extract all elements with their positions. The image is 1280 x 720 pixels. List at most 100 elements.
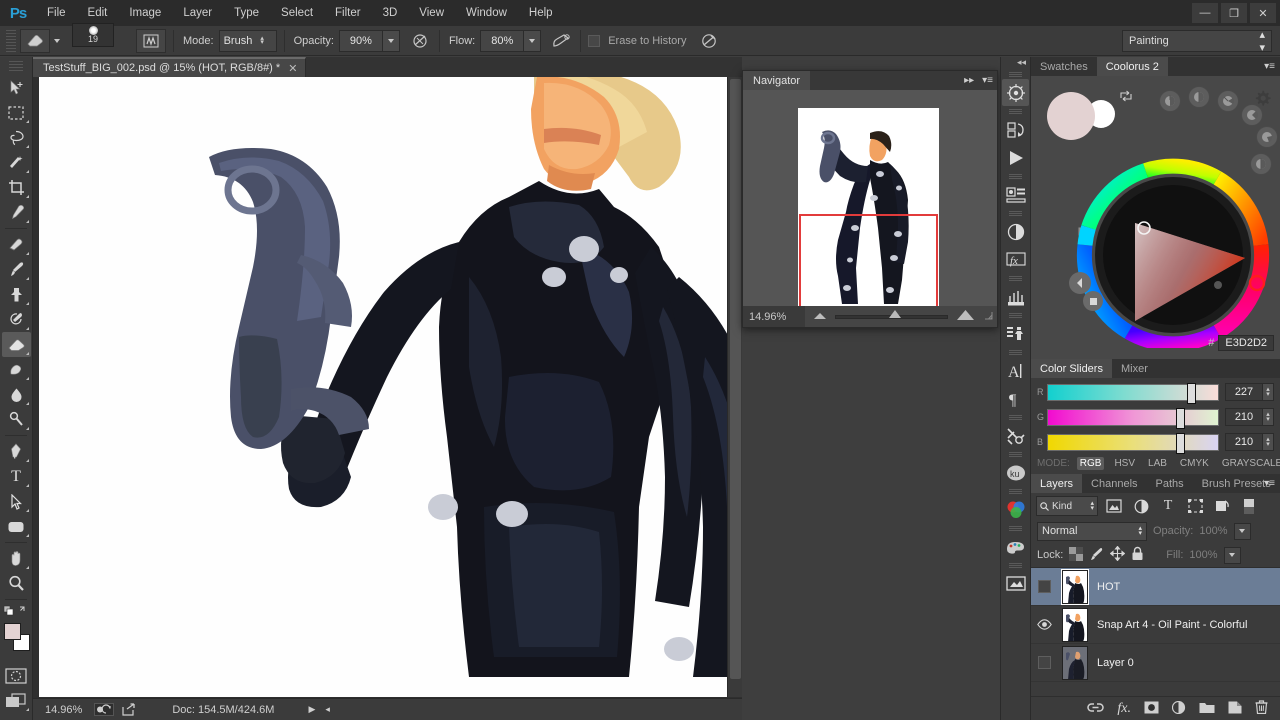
- slider-spinner-g[interactable]: ▴▾: [1263, 408, 1274, 426]
- tab-swatches[interactable]: Swatches: [1031, 57, 1097, 76]
- layer-visibility-toggle[interactable]: [1031, 619, 1057, 630]
- actions-icon[interactable]: [1002, 144, 1029, 171]
- color-mode-rgb[interactable]: RGB: [1077, 457, 1105, 470]
- share-icon[interactable]: [122, 703, 136, 716]
- flow-dropdown[interactable]: [524, 30, 541, 52]
- mode-select[interactable]: Brush ▴▾: [219, 30, 277, 52]
- color-mode-cmyk[interactable]: CMYK: [1177, 457, 1212, 470]
- kuler-icon[interactable]: ku: [1002, 459, 1029, 486]
- dock-group-grip[interactable]: [1009, 211, 1022, 217]
- layer-thumbnail-cell[interactable]: [1057, 570, 1093, 604]
- brush-tool[interactable]: [2, 257, 31, 282]
- status-zoom-value[interactable]: 14.96%: [45, 704, 82, 716]
- dock-group-grip[interactable]: [1009, 276, 1022, 282]
- clone-stamp-tool[interactable]: [2, 282, 31, 307]
- blur-tool[interactable]: [2, 382, 31, 407]
- layer-thumbnail-cell[interactable]: [1057, 608, 1093, 642]
- status-play-icon[interactable]: ▶: [308, 704, 315, 715]
- lock-all-icon[interactable]: [1131, 546, 1144, 564]
- color-icon[interactable]: [1002, 496, 1029, 523]
- menu-filter[interactable]: Filter: [324, 0, 372, 26]
- move-tool[interactable]: [2, 75, 31, 100]
- flow-input[interactable]: 80%: [480, 30, 524, 52]
- layer-visibility-toggle[interactable]: [1031, 580, 1057, 593]
- magic-wand-tool[interactable]: [2, 150, 31, 175]
- slider-track-r[interactable]: [1047, 384, 1219, 401]
- restore-button[interactable]: ❐: [1221, 3, 1247, 23]
- layer-opacity-value[interactable]: 100%: [1199, 525, 1227, 537]
- color-panel-menu-icon[interactable]: ▾≡: [1264, 61, 1275, 72]
- lasso-tool[interactable]: [2, 125, 31, 150]
- coolorus-back-button[interactable]: [1069, 272, 1091, 294]
- slider-track-g[interactable]: [1047, 409, 1219, 426]
- slider-track-b[interactable]: [1047, 434, 1219, 451]
- eye-icon[interactable]: [1038, 656, 1051, 669]
- collapse-panel-icon[interactable]: ▸▸: [964, 75, 974, 86]
- slider-spinner-b[interactable]: ▴▾: [1263, 433, 1274, 451]
- workspace-switcher[interactable]: Painting ▴▾: [1122, 30, 1272, 52]
- navigator-preview-area[interactable]: [743, 90, 997, 306]
- layer-filter-kind-select[interactable]: Kind ▴▾: [1036, 496, 1098, 516]
- harmony-button-4[interactable]: [1241, 104, 1263, 126]
- dock-group-grip[interactable]: [1009, 313, 1022, 319]
- tab-color-sliders[interactable]: Color Sliders: [1031, 359, 1112, 378]
- eraser-preset-dropdown[interactable]: [50, 39, 64, 43]
- dodge-tool[interactable]: [2, 407, 31, 432]
- zoom-out-icon[interactable]: [813, 311, 827, 323]
- dock-group-grip[interactable]: [1009, 174, 1022, 180]
- adjustment-layer-icon[interactable]: [1172, 701, 1186, 717]
- dock-group-grip[interactable]: [1009, 350, 1022, 356]
- coolorus-color-wheel[interactable]: [1063, 158, 1280, 344]
- harmony-button-3[interactable]: [1217, 90, 1239, 112]
- layer-thumbnail-cell[interactable]: [1057, 646, 1093, 680]
- spot-healing-brush-tool[interactable]: [2, 232, 31, 257]
- layer-name[interactable]: Snap Art 4 - Oil Paint - Colorful: [1093, 619, 1247, 631]
- coolorus-square-button[interactable]: [1083, 291, 1103, 311]
- collapse-dock-icon[interactable]: ◂◂: [1001, 57, 1030, 69]
- layer-row-snapart[interactable]: Snap Art 4 - Oil Paint - Colorful: [1031, 606, 1280, 644]
- rounded-rectangle-tool[interactable]: [2, 514, 31, 539]
- brush-preset-picker[interactable]: 19: [72, 23, 114, 59]
- default-colors-icon[interactable]: [2, 603, 31, 619]
- character-icon[interactable]: A: [1002, 357, 1029, 384]
- harmony-button-1[interactable]: [1159, 90, 1181, 112]
- filter-toggle-icon[interactable]: [1238, 496, 1260, 516]
- dock-group-grip[interactable]: [1009, 526, 1022, 532]
- canvas-vertical-scrollbar[interactable]: [727, 77, 742, 697]
- airbrush-icon[interactable]: [549, 29, 573, 53]
- harmony-button-5[interactable]: [1256, 126, 1278, 148]
- slider-knob-r[interactable]: [1187, 383, 1196, 404]
- color-mode-grayscale[interactable]: GRAYSCALE: [1219, 457, 1280, 470]
- foreground-color-swatch[interactable]: [4, 623, 21, 640]
- hand-tool[interactable]: [2, 546, 31, 571]
- tab-channels[interactable]: Channels: [1082, 474, 1146, 493]
- eraser-icon[interactable]: [20, 29, 50, 53]
- document-info-icon[interactable]: [94, 703, 114, 716]
- slider-knob-b[interactable]: [1176, 433, 1185, 454]
- tab-paths[interactable]: Paths: [1147, 474, 1193, 493]
- paragraph-icon[interactable]: ¶: [1002, 385, 1029, 412]
- coolorus-foreground-swatch[interactable]: [1047, 92, 1095, 140]
- navigator-resize-grip[interactable]: [984, 311, 993, 323]
- path-selection-tool[interactable]: [2, 489, 31, 514]
- navigator-zoom-slider[interactable]: [835, 315, 948, 319]
- color-swatches[interactable]: [2, 623, 31, 653]
- properties-icon[interactable]: [1002, 181, 1029, 208]
- close-document-icon[interactable]: ✕: [288, 62, 297, 75]
- layer-name[interactable]: Layer 0: [1093, 657, 1134, 669]
- layer-row-layer0[interactable]: Layer 0: [1031, 644, 1280, 682]
- close-button[interactable]: ✕: [1250, 3, 1276, 23]
- navigator-zoom-slider-knob[interactable]: [889, 310, 901, 318]
- notes-icon[interactable]: [1002, 570, 1029, 597]
- layer-mask-icon[interactable]: [1144, 701, 1159, 717]
- quick-mask-icon[interactable]: [2, 663, 31, 688]
- blend-mode-select[interactable]: Normal ▴▾: [1037, 522, 1147, 541]
- type-filter-icon[interactable]: T: [1157, 496, 1179, 516]
- options-bar-grip[interactable]: [6, 30, 16, 52]
- slider-spinner-r[interactable]: ▴▾: [1263, 383, 1274, 401]
- clone-source-icon[interactable]: [1002, 320, 1029, 347]
- coolorus-panel[interactable]: # E3D2D2: [1031, 76, 1280, 359]
- fill-dropdown[interactable]: [1224, 547, 1241, 564]
- color-mode-lab[interactable]: LAB: [1145, 457, 1170, 470]
- menu-window[interactable]: Window: [455, 0, 518, 26]
